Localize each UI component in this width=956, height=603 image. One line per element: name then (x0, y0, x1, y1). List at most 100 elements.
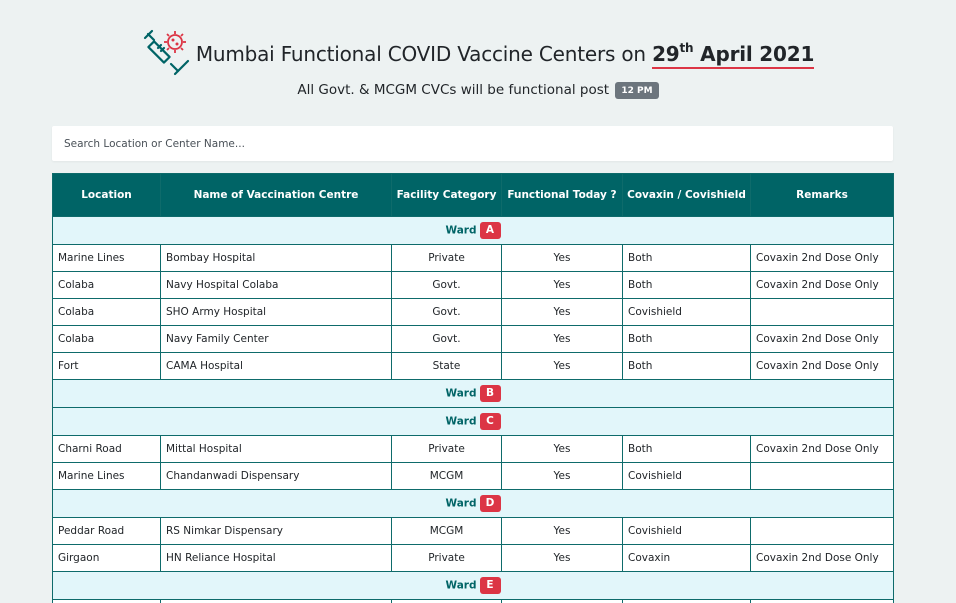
cell-vaccine-type: Both (622, 325, 751, 353)
column-header-functional-today[interactable]: Functional Today ? (501, 173, 623, 217)
ward-cell: Ward C (52, 407, 894, 436)
cell-centre-name: CAMA Hospital (160, 352, 392, 380)
cell-functional-today: Yes (501, 325, 623, 353)
cell-vaccine-type (622, 599, 751, 603)
cell-remarks: Covaxin 2nd Dose Only (750, 271, 894, 299)
cell-facility-category: Govt. (391, 271, 502, 299)
cell-location: Girgaon (52, 544, 161, 572)
title-text: Mumbai Functional COVID Vaccine Centers … (195, 41, 646, 66)
ward-group-row: Ward A (52, 216, 894, 245)
time-badge: 12 PM (615, 82, 659, 99)
ward-cell: Ward E (52, 571, 894, 600)
cell-remarks: Covaxin 2nd Dose Only (750, 544, 894, 572)
cell-location: Peddar Road (52, 517, 161, 545)
cell-vaccine-type: Covishield (622, 517, 751, 545)
cell-functional-today: Yes (501, 271, 623, 299)
cell-location: Fort (52, 352, 161, 380)
cell-vaccine-type: Covishield (622, 298, 751, 326)
cell-remarks: Covaxin 2nd Dose Only (750, 244, 894, 272)
ward-group-row: Ward D (52, 489, 894, 518)
search-input[interactable] (52, 126, 893, 161)
table-header-row: Location Name of Vaccination Centre Faci… (52, 173, 894, 217)
column-header-facility-category[interactable]: Facility Category (391, 173, 502, 217)
cell-facility-category: Private (391, 435, 502, 463)
vaccine-centers-table: Location Name of Vaccination Centre Faci… (52, 173, 894, 603)
cell-location: Marine Lines (52, 244, 161, 272)
cell-centre-name: SHO Army Hospital (160, 298, 392, 326)
table-row: Fort CAMA Hospital State Yes Both Covaxin 2nd… (52, 352, 894, 380)
column-header-centre-name[interactable]: Name of Vaccination Centre (160, 173, 392, 217)
cell-location: Colaba (52, 298, 161, 326)
cell-functional-today: Yes (501, 435, 623, 463)
vaccine-syringe-virus-icon (143, 29, 189, 76)
table-row: Colaba SHO Army Hospital Govt. Yes Covishiel… (52, 298, 894, 326)
cell-remarks (750, 462, 894, 490)
cell-vaccine-type: Covaxin (622, 544, 751, 572)
cell-functional-today: Yes (501, 352, 623, 380)
cell-remarks (750, 298, 894, 326)
cell-remarks (750, 517, 894, 545)
cell-centre-name: Navy Hospital Colaba (160, 271, 392, 299)
ward-cell: Ward D (52, 489, 894, 518)
ward-label: Ward (445, 415, 477, 428)
cell-facility-category (391, 599, 502, 603)
cell-location: Marine Lines (52, 462, 161, 490)
cell-vaccine-type: Both (622, 271, 751, 299)
date-suffix: th (679, 40, 694, 55)
ward-cell: Ward B (52, 379, 894, 408)
date-day: 29 (652, 41, 680, 66)
cell-remarks: Covaxin 2nd Dose Only (750, 352, 894, 380)
table-row (52, 599, 894, 603)
table-row: Girgaon HN Reliance Hospital Private Yes Cov… (52, 544, 894, 572)
page-subtitle: All Govt. & MCGM CVCs will be functional… (0, 82, 956, 99)
column-header-vaccine-type[interactable]: Covaxin / Covishield (622, 173, 751, 217)
ward-badge: E (479, 577, 501, 594)
cell-facility-category: Govt. (391, 325, 502, 353)
cell-centre-name: Navy Family Center (160, 325, 392, 353)
ward-badge: D (479, 495, 501, 512)
cell-vaccine-type: Both (622, 435, 751, 463)
cell-remarks (750, 599, 894, 603)
cell-functional-today (501, 599, 623, 603)
cell-centre-name (160, 599, 392, 603)
table-row: Peddar Road RS Nimkar Dispensary MCGM Yes Co… (52, 517, 894, 545)
cell-facility-category: State (391, 352, 502, 380)
cell-centre-name: Bombay Hospital (160, 244, 392, 272)
column-header-remarks[interactable]: Remarks (750, 173, 894, 217)
cell-functional-today: Yes (501, 517, 623, 545)
ward-badge: A (479, 222, 501, 239)
ward-badge: B (479, 385, 501, 402)
ward-group-row: Ward B (52, 379, 894, 408)
title-date: 29th April 2021 (652, 40, 815, 69)
cell-facility-category: Private (391, 244, 502, 272)
cell-remarks: Covaxin 2nd Dose Only (750, 435, 894, 463)
cell-vaccine-type: Covishield (622, 462, 751, 490)
column-header-location[interactable]: Location (52, 173, 161, 217)
table-row: Marine Lines Bombay Hospital Private Yes Bot… (52, 244, 894, 272)
cell-centre-name: RS Nimkar Dispensary (160, 517, 392, 545)
cell-vaccine-type: Both (622, 352, 751, 380)
ward-badge: C (479, 413, 501, 430)
ward-group-row: Ward C (52, 407, 894, 436)
ward-cell: Ward A (52, 216, 894, 245)
ward-label: Ward (445, 579, 477, 592)
table-row: Marine Lines Chandanwadi Dispensary MCGM Ye… (52, 462, 894, 490)
cell-location: Colaba (52, 325, 161, 353)
page-header: Mumbai Functional COVID Vaccine Centers … (0, 28, 956, 78)
subtitle-text: All Govt. & MCGM CVCs will be functional… (297, 82, 610, 98)
cell-functional-today: Yes (501, 298, 623, 326)
cell-facility-category: MCGM (391, 517, 502, 545)
cell-centre-name: Chandanwadi Dispensary (160, 462, 392, 490)
table-row: Charni Road Mittal Hospital Private Yes Both… (52, 435, 894, 463)
cell-location: Charni Road (52, 435, 161, 463)
table-row: Colaba Navy Hospital Colaba Govt. Yes Both Co… (52, 271, 894, 299)
cell-functional-today: Yes (501, 244, 623, 272)
ward-label: Ward (445, 224, 477, 237)
cell-centre-name: Mittal Hospital (160, 435, 392, 463)
page-title: Mumbai Functional COVID Vaccine Centers … (195, 40, 815, 69)
cell-centre-name: HN Reliance Hospital (160, 544, 392, 572)
cell-facility-category: Private (391, 544, 502, 572)
date-rest: April 2021 (700, 41, 815, 66)
cell-functional-today: Yes (501, 544, 623, 572)
ward-group-row: Ward E (52, 571, 894, 600)
